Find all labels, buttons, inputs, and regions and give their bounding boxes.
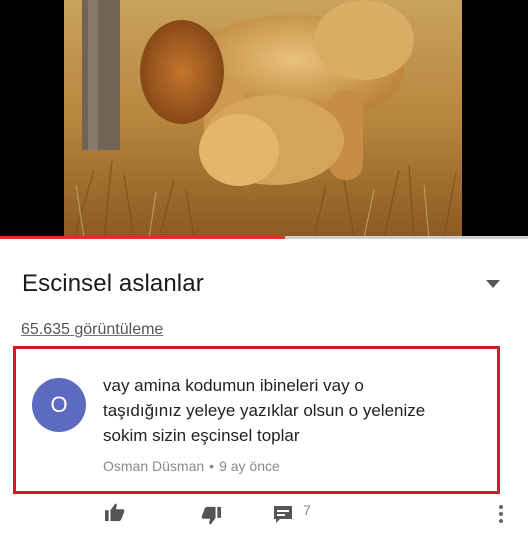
video-player[interactable] — [0, 0, 528, 239]
comment-author[interactable]: Osman Düsman — [103, 458, 204, 474]
comment-line: sokim sizin eşcinsel toplar — [103, 426, 300, 445]
video-progress-fill — [0, 236, 286, 239]
comment-time: 9 ay önce — [219, 458, 280, 474]
page: Escinsel aslanlar 65.635 görüntüleme O v… — [0, 0, 528, 535]
avatar[interactable]: O — [32, 378, 86, 432]
comment-line: taşıdığınız yeleye yazıklar olsun o yele… — [103, 401, 426, 420]
view-count: 65.635 görüntüleme — [21, 321, 164, 338]
comment-meta: Osman Düsman • 9 ay önce — [103, 458, 280, 474]
reply-count: 7 — [303, 502, 311, 518]
thumbs-down-icon[interactable] — [200, 506, 222, 526]
meta-separator: • — [209, 458, 215, 474]
video-title: Escinsel aslanlar — [22, 270, 204, 297]
thumbs-up-icon[interactable] — [104, 502, 126, 522]
comment-actions — [0, 500, 528, 535]
video-frame[interactable] — [64, 0, 462, 238]
video-thumbnail-image — [64, 0, 462, 238]
comment-text: vay amina kodumun ibineleri vay o taşıdı… — [103, 373, 493, 448]
comment-line: vay amina kodumun ibineleri vay o — [103, 376, 364, 395]
reply-icon[interactable] — [272, 504, 294, 524]
video-progress-bar[interactable] — [0, 236, 528, 239]
chevron-down-icon[interactable] — [484, 278, 502, 290]
more-vert-icon[interactable] — [498, 504, 504, 524]
